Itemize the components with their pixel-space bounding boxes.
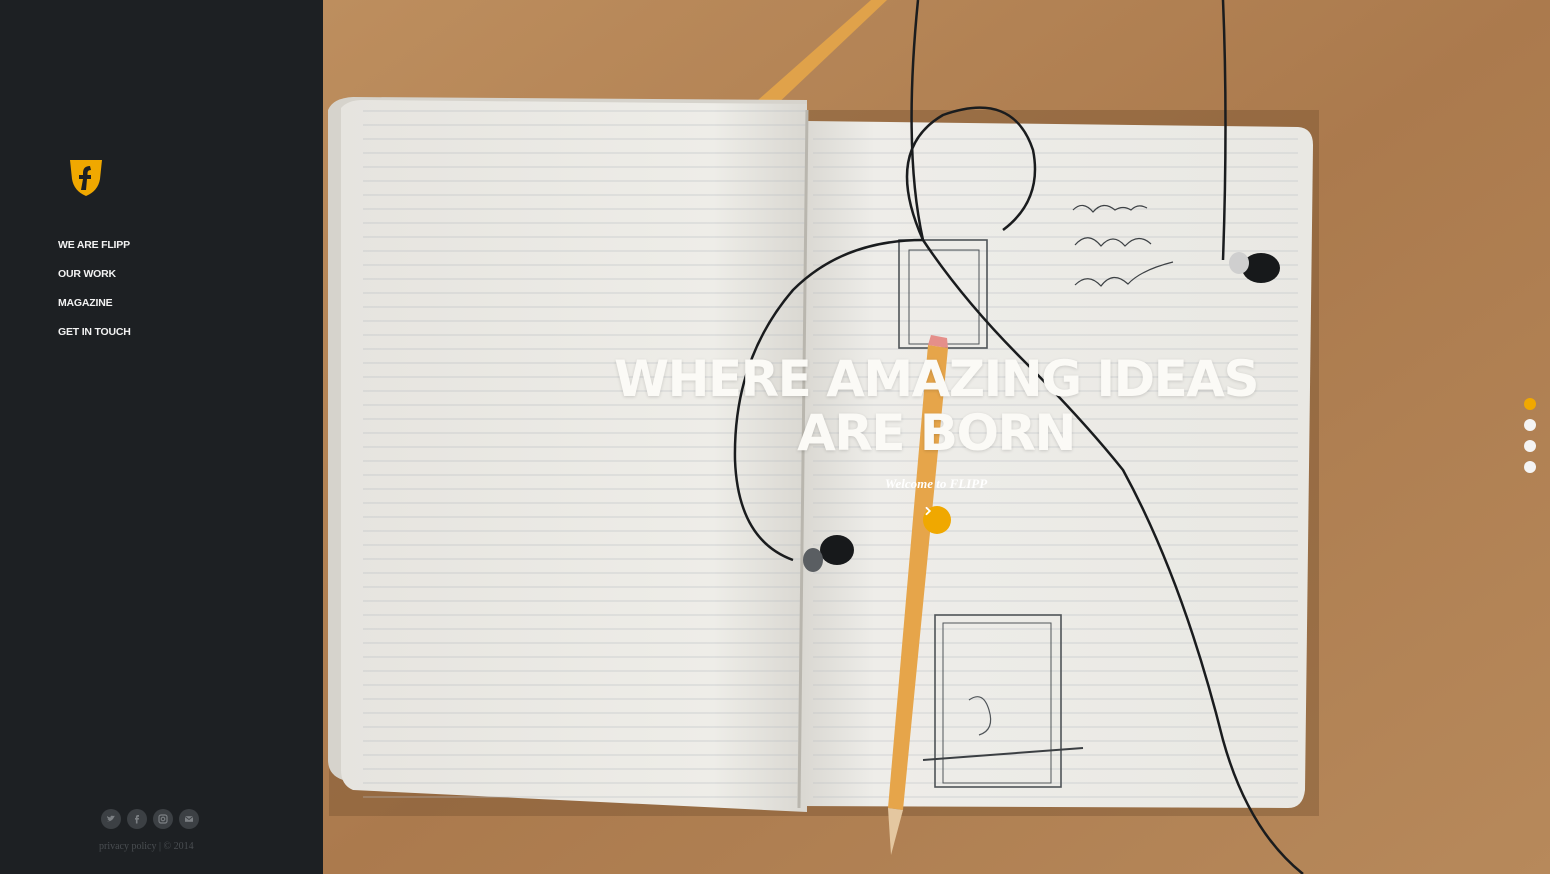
nav-item-magazine[interactable]: MAGAZINE: [58, 295, 131, 324]
slider-dot-2[interactable]: [1524, 419, 1536, 431]
hero-headline-line-2: ARE BORN: [797, 404, 1076, 462]
nav-item-we-are-flipp[interactable]: WE ARE FLIPP: [58, 237, 131, 266]
chevron-right-icon: [925, 506, 932, 516]
twitter-icon[interactable]: [101, 809, 121, 829]
social-links: [101, 809, 199, 829]
copyright-text: © 2014: [163, 841, 194, 852]
hero-next-button[interactable]: [923, 506, 951, 534]
flipp-logo[interactable]: [68, 157, 104, 197]
nav-item-get-in-touch[interactable]: GET IN TOUCH: [58, 324, 131, 353]
footer-separator: |: [156, 841, 164, 852]
hero-headline-line-1: WHERE AMAZING IDEAS: [614, 350, 1260, 408]
facebook-icon[interactable]: [127, 809, 147, 829]
footer-text: privacy policy | © 2014: [99, 841, 194, 852]
slider-dot-3[interactable]: [1524, 440, 1536, 452]
main-nav: WE ARE FLIPP OUR WORK MAGAZINE GET IN TO…: [58, 237, 131, 353]
privacy-policy-link[interactable]: privacy policy: [99, 841, 156, 852]
hero-section: WHERE AMAZING IDEAS ARE BORN Welcome to …: [323, 0, 1550, 874]
slider-dot-4[interactable]: [1524, 461, 1536, 473]
sidebar: WE ARE FLIPP OUR WORK MAGAZINE GET IN TO…: [0, 0, 323, 874]
slider-dot-1[interactable]: [1524, 398, 1536, 410]
instagram-icon[interactable]: [153, 809, 173, 829]
nav-item-our-work[interactable]: OUR WORK: [58, 266, 131, 295]
hero-subtitle: Welcome to FLIPP: [884, 476, 988, 491]
mail-icon[interactable]: [179, 809, 199, 829]
hero-headline: WHERE AMAZING IDEAS ARE BORN: [560, 352, 1312, 460]
slider-pagination: [1524, 398, 1536, 473]
